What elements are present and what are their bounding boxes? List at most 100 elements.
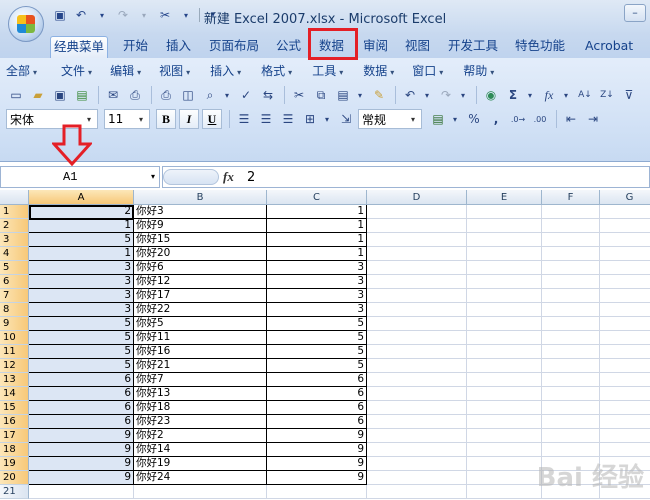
column-header-d[interactable]: D — [367, 190, 467, 205]
table-cell[interactable]: 9 — [29, 443, 134, 457]
row-header[interactable]: 17 — [0, 429, 29, 443]
sort-ascending-icon[interactable]: A↓ — [575, 85, 595, 105]
tab-view[interactable]: 视图 — [402, 36, 433, 58]
table-cell[interactable] — [600, 219, 650, 233]
table-cell[interactable] — [542, 387, 600, 401]
row-header[interactable]: 6 — [0, 275, 29, 289]
table-cell[interactable]: 1 — [29, 247, 134, 261]
spelling-icon[interactable]: ✓ — [236, 85, 256, 105]
spreadsheet-grid[interactable]: Bai 经验 A B C D E F G 1 2 你好3 1 2 1 你好9 1 3 5 你好15 1 4 1 你好20 1… — [0, 190, 650, 500]
table-cell[interactable] — [542, 205, 600, 219]
increase-decimal-icon[interactable]: .0→ — [508, 109, 528, 129]
table-cell[interactable]: 你好5 — [134, 317, 267, 331]
table-cell[interactable] — [467, 485, 542, 499]
table-cell[interactable] — [267, 485, 367, 499]
column-header-e[interactable]: E — [467, 190, 542, 205]
name-box[interactable]: A1 ▾ — [0, 166, 160, 188]
table-cell[interactable] — [467, 401, 542, 415]
table-cell[interactable]: 1 — [267, 219, 367, 233]
table-cell[interactable] — [600, 401, 650, 415]
insert-function-icon[interactable]: fx — [539, 85, 559, 105]
table-cell[interactable] — [542, 443, 600, 457]
align-center-icon[interactable]: ☰ — [256, 109, 276, 129]
table-cell[interactable]: 5 — [267, 359, 367, 373]
redo-dropdown-icon[interactable]: ▾ — [458, 85, 468, 105]
table-cell[interactable] — [367, 205, 467, 219]
align-right-icon[interactable]: ☰ — [278, 109, 298, 129]
table-cell[interactable] — [600, 345, 650, 359]
table-cell[interactable]: 6 — [29, 373, 134, 387]
undo-dropdown-icon[interactable]: ▾ — [422, 85, 432, 105]
save-icon[interactable]: ▣ — [50, 85, 70, 105]
row-header[interactable]: 21 — [0, 485, 29, 499]
table-cell[interactable] — [600, 289, 650, 303]
table-cell[interactable] — [600, 303, 650, 317]
table-cell[interactable] — [542, 303, 600, 317]
table-cell[interactable]: 你好22 — [134, 303, 267, 317]
row-header[interactable]: 3 — [0, 233, 29, 247]
table-cell[interactable]: 5 — [29, 359, 134, 373]
table-cell[interactable]: 5 — [267, 345, 367, 359]
table-cell[interactable]: 9 — [267, 443, 367, 457]
table-cell[interactable] — [600, 261, 650, 275]
table-cell[interactable]: 你好17 — [134, 289, 267, 303]
table-cell[interactable] — [542, 289, 600, 303]
row-header[interactable]: 16 — [0, 415, 29, 429]
select-all-corner[interactable] — [0, 190, 29, 205]
menu-format[interactable]: 格式 ▾ — [261, 62, 292, 80]
tab-developer[interactable]: 开发工具 — [445, 36, 501, 58]
table-cell[interactable]: 3 — [29, 303, 134, 317]
table-cell[interactable] — [367, 471, 467, 485]
function-dropdown-icon[interactable]: ▾ — [561, 85, 571, 105]
currency-format-icon[interactable]: ▤ — [428, 109, 448, 129]
row-header[interactable]: 1 — [0, 205, 29, 219]
table-cell[interactable]: 1 — [267, 233, 367, 247]
translate-icon[interactable]: ⇆ — [258, 85, 278, 105]
table-cell[interactable]: 你好9 — [134, 219, 267, 233]
table-cell[interactable] — [134, 485, 267, 499]
row-header[interactable]: 15 — [0, 401, 29, 415]
email-icon[interactable]: ✉ — [103, 85, 123, 105]
table-cell[interactable]: 你好16 — [134, 345, 267, 359]
number-format-select[interactable]: 常规 ▾ — [358, 109, 422, 129]
column-header-c[interactable]: C — [267, 190, 367, 205]
formula-value[interactable]: 2 — [247, 170, 255, 185]
table-cell[interactable] — [367, 443, 467, 457]
row-header[interactable]: 2 — [0, 219, 29, 233]
table-cell[interactable] — [367, 415, 467, 429]
table-cell[interactable]: 5 — [29, 331, 134, 345]
decrease-indent-icon[interactable]: ⇤ — [561, 109, 581, 129]
table-cell[interactable] — [600, 359, 650, 373]
print-preview-icon[interactable]: ⎙ — [125, 85, 145, 105]
new-document-icon[interactable]: ▭ — [6, 85, 26, 105]
table-cell[interactable] — [542, 275, 600, 289]
menu-all[interactable]: 全部 ▾ — [6, 62, 37, 80]
table-cell[interactable] — [467, 471, 542, 485]
table-cell[interactable]: 你好13 — [134, 387, 267, 401]
table-cell[interactable]: 3 — [267, 261, 367, 275]
tab-special-features[interactable]: 特色功能 — [512, 36, 568, 58]
tab-classic-menu[interactable]: 经典菜单 — [50, 36, 109, 58]
table-cell[interactable]: 5 — [29, 233, 134, 247]
row-header[interactable]: 4 — [0, 247, 29, 261]
font-size-select[interactable]: 11 ▾ — [104, 109, 150, 129]
table-cell[interactable] — [600, 317, 650, 331]
tab-review[interactable]: 审阅 — [360, 36, 391, 58]
column-header-g[interactable]: G — [600, 190, 650, 205]
table-cell[interactable] — [542, 359, 600, 373]
print-icon[interactable]: ⎙ — [156, 85, 176, 105]
table-cell[interactable]: 9 — [267, 429, 367, 443]
table-cell[interactable] — [467, 373, 542, 387]
table-cell[interactable] — [467, 457, 542, 471]
menu-tools[interactable]: 工具 ▾ — [312, 62, 343, 80]
table-cell[interactable] — [367, 233, 467, 247]
table-cell[interactable] — [542, 219, 600, 233]
table-cell[interactable] — [467, 219, 542, 233]
table-cell[interactable] — [600, 373, 650, 387]
table-cell[interactable] — [367, 261, 467, 275]
table-cell[interactable] — [367, 219, 467, 233]
table-cell[interactable] — [600, 233, 650, 247]
table-cell[interactable] — [600, 415, 650, 429]
comma-style-icon[interactable]: , — [486, 109, 506, 129]
table-cell[interactable] — [367, 345, 467, 359]
